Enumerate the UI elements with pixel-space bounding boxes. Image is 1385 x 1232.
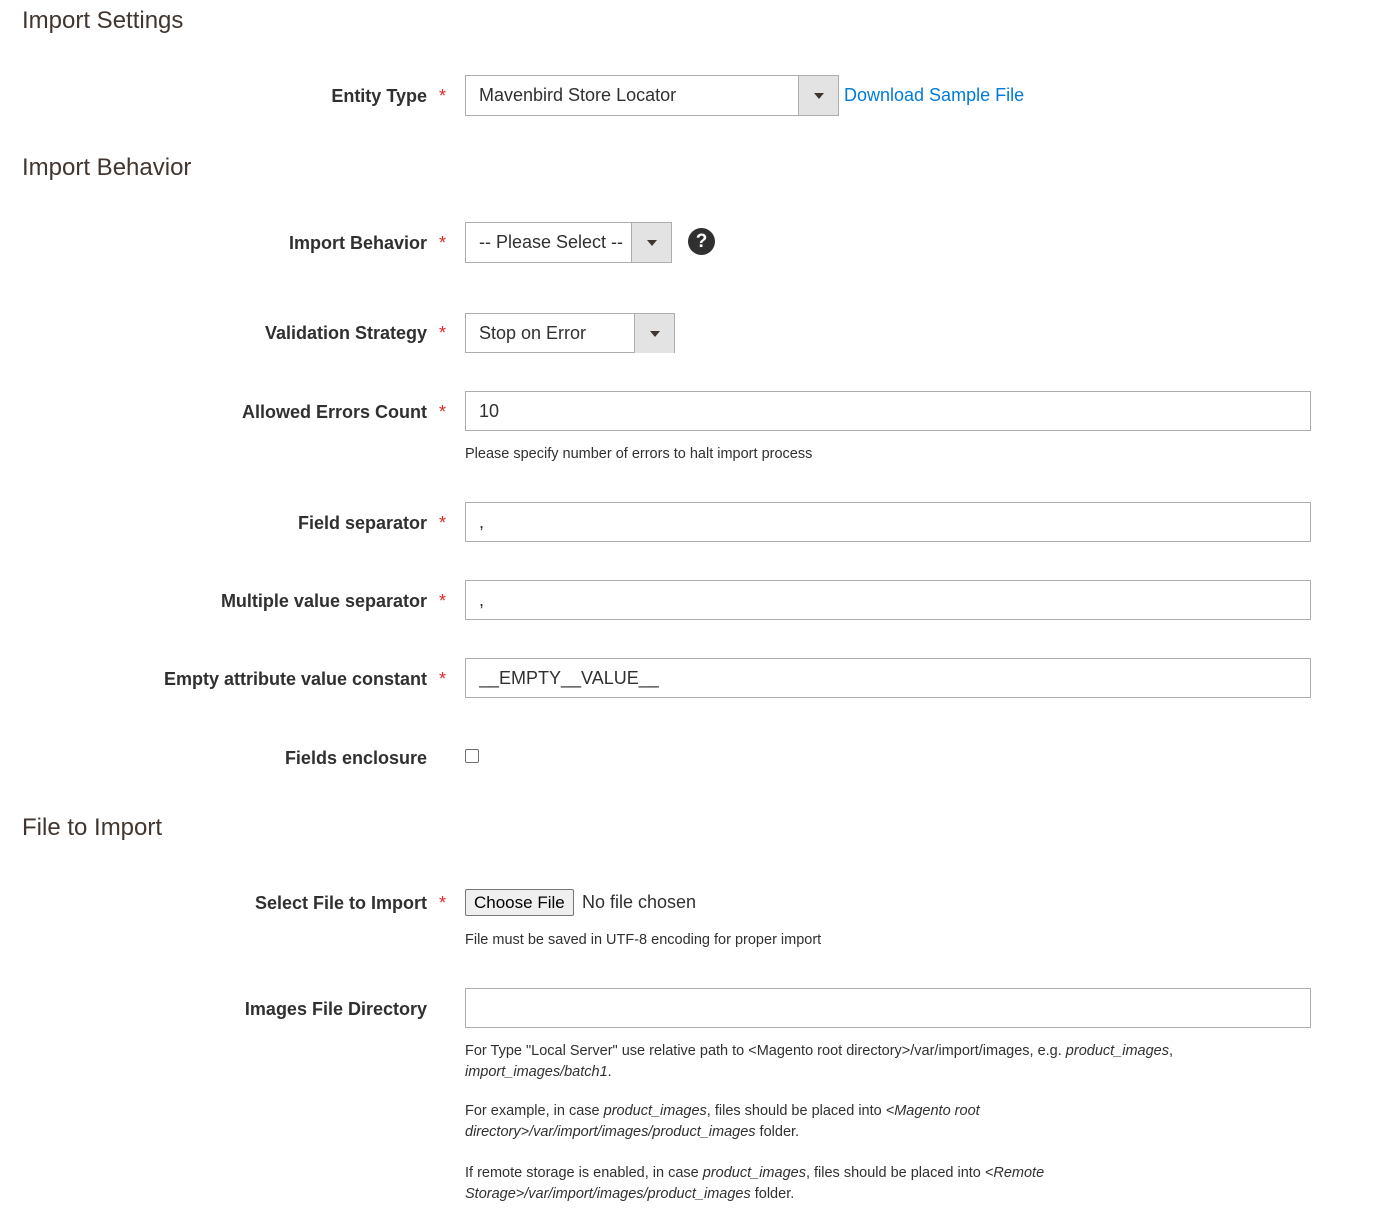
chevron-down-icon[interactable] xyxy=(634,314,674,353)
allowed-errors-count-input[interactable] xyxy=(465,391,1311,431)
multiple-value-separator-input[interactable] xyxy=(465,580,1311,620)
entity-type-value: Mavenbird Store Locator xyxy=(479,85,677,105)
required-marker: * xyxy=(439,513,447,533)
field-separator-label: Field separator xyxy=(297,513,427,533)
select-file-label: Select File to Import xyxy=(254,893,427,913)
download-sample-file-link[interactable]: Download Sample File xyxy=(844,84,1024,106)
chevron-down-icon[interactable] xyxy=(631,223,671,262)
file-status-text: No file chosen xyxy=(582,892,697,912)
help-icon[interactable]: ? xyxy=(688,228,715,255)
required-marker: * xyxy=(439,669,447,689)
section-title-import-behavior: Import Behavior xyxy=(22,154,192,181)
images-dir-note-local: For Type "Local Server" use relative pat… xyxy=(465,1043,1173,1080)
section-title-import-settings: Import Settings xyxy=(22,7,184,34)
choose-file-button[interactable]: Choose File xyxy=(465,889,574,916)
required-marker: * xyxy=(439,402,447,422)
images-file-directory-label: Images File Directory xyxy=(244,999,427,1019)
required-marker: * xyxy=(439,893,447,913)
select-file-note: File must be saved in UTF-8 encoding for… xyxy=(465,932,822,948)
required-marker: * xyxy=(439,86,447,106)
images-file-directory-input[interactable] xyxy=(465,988,1311,1028)
chevron-down-icon[interactable] xyxy=(798,76,838,115)
validation-strategy-select[interactable]: Stop on Error xyxy=(465,313,675,353)
multiple-value-separator-label: Multiple value separator xyxy=(220,591,427,611)
required-marker: * xyxy=(439,233,447,253)
required-marker: * xyxy=(439,591,447,611)
fields-enclosure-label: Fields enclosure xyxy=(284,748,427,768)
import-behavior-value: -- Please Select -- xyxy=(479,232,624,252)
allowed-errors-count-label: Allowed Errors Count xyxy=(241,402,427,422)
images-dir-note-remote: If remote storage is enabled, in case pr… xyxy=(465,1165,1045,1202)
entity-type-label: Entity Type xyxy=(331,86,427,106)
images-dir-note-example: For example, in case product_images, fil… xyxy=(465,1103,980,1140)
empty-attribute-value-constant-label: Empty attribute value constant xyxy=(163,669,427,689)
field-separator-input[interactable] xyxy=(465,502,1311,542)
allowed-errors-count-note: Please specify number of errors to halt … xyxy=(465,446,813,462)
section-title-file-to-import: File to Import xyxy=(22,814,163,841)
import-behavior-select[interactable]: -- Please Select -- xyxy=(465,222,672,263)
import-behavior-label: Import Behavior xyxy=(288,233,427,253)
required-marker: * xyxy=(439,323,447,343)
fields-enclosure-checkbox[interactable] xyxy=(465,749,479,763)
validation-strategy-value: Stop on Error xyxy=(479,323,587,343)
validation-strategy-label: Validation Strategy xyxy=(264,323,427,343)
empty-attribute-value-constant-input[interactable] xyxy=(465,658,1311,698)
entity-type-select[interactable]: Mavenbird Store Locator xyxy=(465,75,839,116)
